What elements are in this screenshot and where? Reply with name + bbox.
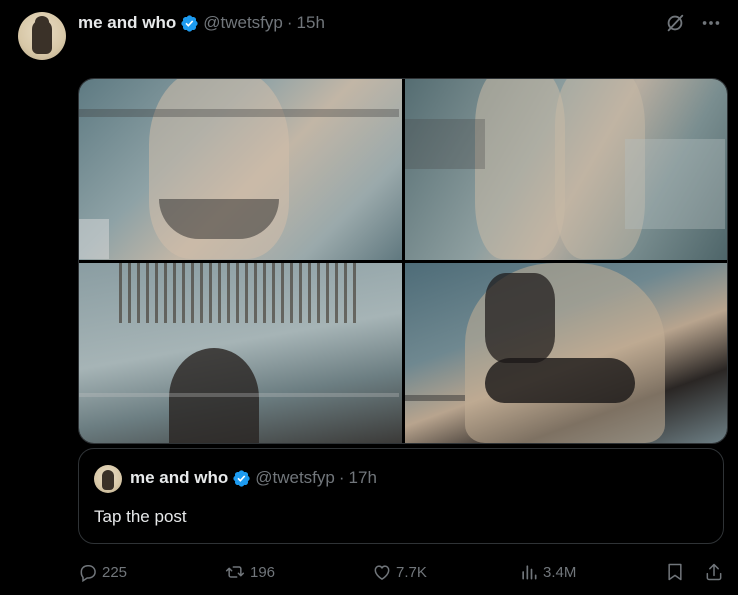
tweet-header: me and who @twetsfyp · 15h (78, 12, 325, 34)
quote-avatar[interactable] (94, 465, 122, 493)
top-actions (664, 12, 722, 34)
reply-icon (80, 565, 96, 582)
more-icon[interactable] (700, 12, 722, 34)
media-photo-1[interactable] (79, 79, 402, 260)
repost-count: 196 (250, 563, 276, 581)
views-button[interactable]: 3.4M (519, 562, 576, 582)
verified-badge-icon (181, 14, 198, 32)
separator-dot: · (286, 13, 293, 32)
handle[interactable]: @twetsfyp (203, 13, 283, 33)
quote-header: me and who @twetsfyp · 17h (130, 468, 377, 488)
share-button[interactable] (704, 562, 724, 582)
quote-timestamp: 17h (348, 468, 377, 487)
quote-text: Tap the post (94, 507, 187, 526)
tweet[interactable]: me and who @twetsfyp · 15h me and who @t… (0, 0, 738, 595)
bookmark-icon (668, 563, 682, 581)
timestamp[interactable]: 15h (297, 13, 325, 33)
quote-display-name[interactable]: me and who (130, 468, 228, 488)
separator-dot: · (338, 468, 345, 487)
media-grid[interactable] (78, 78, 728, 444)
reply-count: 225 (102, 563, 128, 581)
grok-icon[interactable] (664, 12, 686, 34)
action-bar: 225 196 7.7K 3.4M (78, 562, 724, 584)
bookmark-button[interactable] (665, 562, 685, 582)
views-count: 3.4M (543, 563, 577, 581)
reply-button[interactable]: 225 (78, 562, 127, 582)
views-icon (522, 565, 537, 580)
media-photo-4[interactable] (404, 262, 727, 443)
avatar[interactable] (18, 12, 66, 60)
like-icon (374, 565, 390, 580)
repost-icon (225, 566, 245, 578)
quoted-tweet[interactable]: me and who @twetsfyp · 17h Tap the post (78, 448, 724, 544)
share-icon (706, 563, 722, 581)
media-photo-2[interactable] (404, 79, 727, 260)
like-button[interactable]: 7.7K (372, 562, 427, 582)
media-photo-3[interactable] (79, 262, 402, 443)
verified-badge-icon (233, 469, 250, 487)
quote-handle: @twetsfyp (255, 468, 335, 487)
like-count: 7.7K (396, 563, 427, 581)
repost-button[interactable]: 196 (224, 562, 275, 582)
display-name[interactable]: me and who (78, 13, 176, 33)
